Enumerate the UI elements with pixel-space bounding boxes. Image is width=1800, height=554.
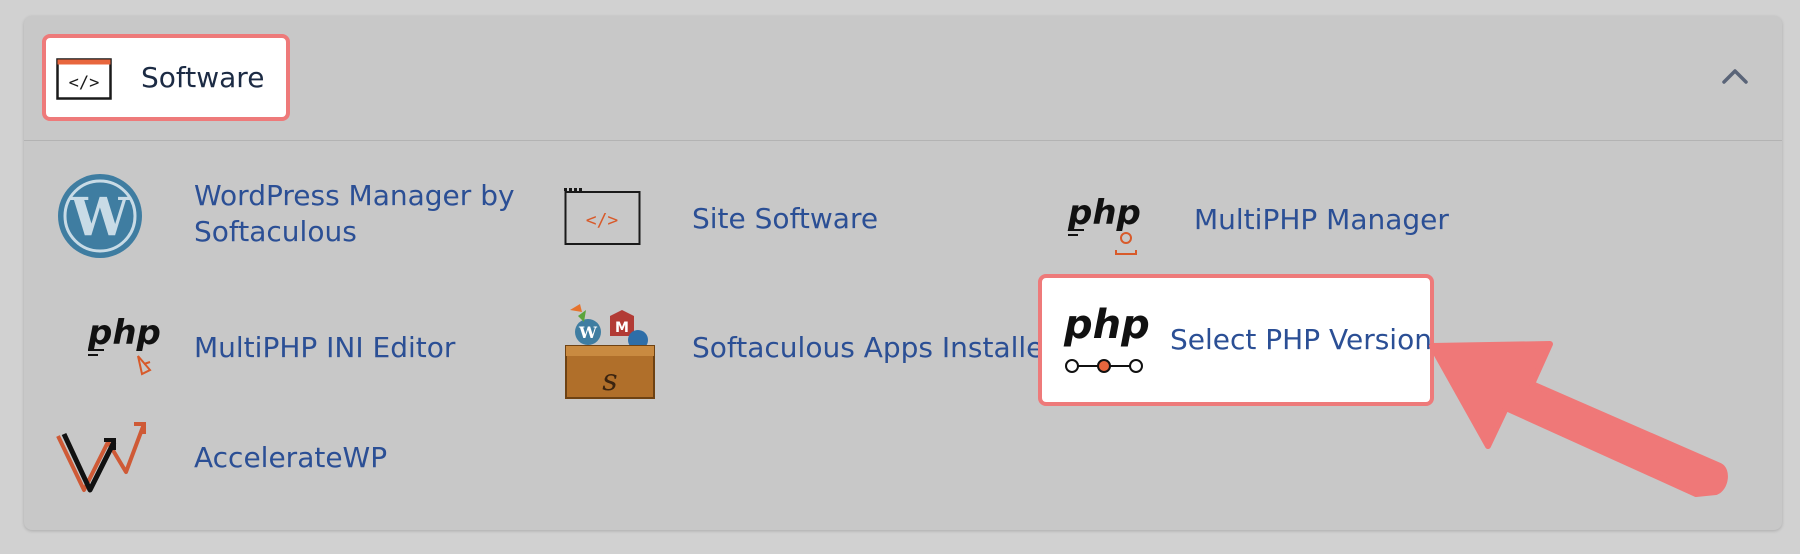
select-php-version-link[interactable]: php Select PHP Version <box>1038 274 1434 406</box>
multiphp-ini-editor-link[interactable]: php MultiPHP INI Editor <box>54 306 474 390</box>
section-title: Software <box>141 61 265 94</box>
php-editor-icon: php <box>88 313 161 376</box>
php-version-icon: php <box>1063 302 1150 373</box>
site-software-icon: </> <box>564 188 641 245</box>
svg-text:</>: </> <box>69 73 100 93</box>
svg-text:W: W <box>70 187 131 248</box>
software-section-toggle[interactable]: </> Software <box>42 34 290 121</box>
select-php-version-label: Select PHP Version <box>1170 323 1432 356</box>
pointer-arrow-annotation <box>1429 341 1728 497</box>
svg-text:M: M <box>615 320 629 336</box>
code-window-icon: </> <box>56 58 112 100</box>
wordpress-manager-label-line2: Softaculous <box>194 215 357 248</box>
site-software-label: Site Software <box>692 202 879 235</box>
site-software-link[interactable]: </> Site Software <box>562 186 882 250</box>
php-manager-icon: php <box>1067 193 1141 255</box>
panel-header: </> Software <box>24 16 1782 141</box>
acceleratewp-icon <box>56 422 146 493</box>
softaculous-apps-installer-link[interactable]: W M s Softaculous Apps Installer <box>562 296 1055 404</box>
multiphp-manager-label: MultiPHP Manager <box>1194 203 1449 236</box>
wordpress-icon: W <box>58 174 142 258</box>
acceleratewp-label: AccelerateWP <box>194 441 388 474</box>
svg-text:W: W <box>578 323 598 342</box>
softaculous-apps-installer-label: Softaculous Apps Installer <box>692 331 1055 364</box>
acceleratewp-link[interactable]: AccelerateWP <box>54 416 388 500</box>
svg-text:</>: </> <box>586 210 619 231</box>
svg-text:php: php <box>1067 193 1141 233</box>
multiphp-manager-link[interactable]: php MultiPHP Manager <box>1064 192 1454 262</box>
svg-text:s: s <box>602 363 617 398</box>
wordpress-manager-link[interactable]: W WordPress Manager by Softaculous <box>54 172 515 264</box>
multiphp-ini-editor-label: MultiPHP INI Editor <box>194 331 456 364</box>
wordpress-manager-label-line1: WordPress Manager by <box>194 179 515 212</box>
svg-text:php: php <box>1063 302 1150 348</box>
chevron-up-icon[interactable] <box>1722 68 1748 84</box>
softaculous-box-icon: W M s <box>565 304 655 399</box>
svg-text:php: php <box>88 313 161 353</box>
